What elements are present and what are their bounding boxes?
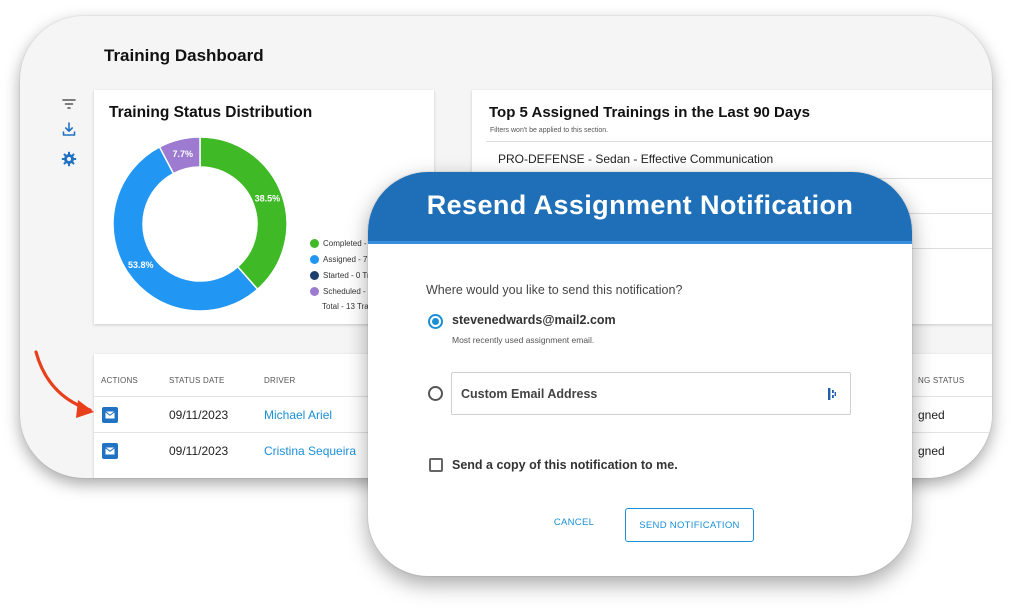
training-status-cell: gned	[918, 444, 945, 458]
resend-email-button[interactable]	[102, 407, 118, 423]
gear-icon[interactable]	[61, 151, 77, 167]
legend-total: Total - 13 Trai	[322, 302, 371, 311]
resend-email-button[interactable]	[102, 443, 118, 459]
list-item[interactable]: PRO-DEFENSE - Sedan - Effective Communic…	[486, 141, 992, 175]
donut-data-label: 53.8%	[128, 260, 154, 270]
list-item-label: PRO-DEFENSE - Sedan - Effective Communic…	[498, 152, 774, 166]
donut-slice-0[interactable]	[199, 136, 288, 291]
status-donut-chart: 38.5% 53.8% 7.7%	[112, 136, 288, 312]
recent-email-radio[interactable]	[428, 314, 443, 329]
modal-title: Resend Assignment Notification	[426, 190, 854, 220]
modal-header: Resend Assignment Notification	[368, 172, 912, 244]
legend-label: Assigned - 7 T	[323, 254, 375, 264]
page-title: Training Dashboard	[104, 46, 264, 65]
resend-notification-modal: Resend Assignment Notification Where wou…	[368, 172, 912, 576]
annotation-arrow-icon	[34, 350, 94, 418]
password-manager-icon[interactable]	[827, 388, 837, 400]
column-header-driver[interactable]: DRIVER	[264, 376, 295, 385]
chart-legend: Completed - 5 Assigned - 7 T Started - 0…	[310, 235, 374, 299]
destination-question: Where would you like to send this notifi…	[426, 283, 683, 297]
legend-item-assigned: Assigned - 7 T	[310, 251, 374, 267]
training-status-cell: gned	[918, 408, 945, 422]
legend-dot-icon	[310, 254, 319, 264]
mail-icon	[105, 447, 115, 455]
cancel-button[interactable]: CANCEL	[544, 512, 604, 532]
legend-item-scheduled: Scheduled - 1	[310, 283, 374, 299]
custom-email-input[interactable]	[451, 372, 851, 415]
top5-card-title: Top 5 Assigned Trainings in the Last 90 …	[489, 104, 810, 121]
donut-data-label: 7.7%	[172, 149, 193, 159]
legend-label: Scheduled - 1	[323, 286, 373, 296]
download-icon[interactable]	[61, 121, 77, 137]
send-copy-checkbox[interactable]	[429, 458, 443, 472]
mail-icon	[105, 411, 115, 419]
donut-data-label: 38.5%	[255, 194, 281, 204]
legend-item-completed: Completed - 5	[310, 235, 374, 251]
status-card-title: Training Status Distribution	[109, 104, 313, 121]
column-header-actions[interactable]: ACTIONS	[101, 376, 138, 385]
column-header-training-status[interactable]: NG STATUS	[918, 376, 964, 385]
status-date-cell: 09/11/2023	[169, 444, 229, 458]
driver-link[interactable]: Cristina Sequeira	[264, 444, 356, 458]
top5-filter-note: Filters won't be applied to this section…	[490, 127, 609, 134]
status-date-cell: 09/11/2023	[169, 408, 229, 422]
filter-icon[interactable]	[61, 96, 77, 112]
legend-label: Started - 0 Tra	[323, 270, 375, 280]
recent-email-label: stevenedwards@mail2.com	[452, 313, 616, 327]
legend-dot-icon	[310, 286, 319, 296]
send-notification-button[interactable]: SEND NOTIFICATION	[625, 508, 754, 542]
legend-label: Completed - 5	[323, 238, 374, 248]
send-copy-label: Send a copy of this notification to me.	[452, 458, 678, 472]
legend-dot-icon	[310, 238, 319, 248]
column-header-status-date[interactable]: STATUS DATE	[169, 376, 225, 385]
driver-link[interactable]: Michael Ariel	[264, 408, 332, 422]
legend-dot-icon	[310, 270, 319, 280]
custom-email-radio[interactable]	[428, 386, 443, 401]
legend-item-started: Started - 0 Tra	[310, 267, 374, 283]
recent-email-hint: Most recently used assignment email.	[452, 335, 595, 345]
